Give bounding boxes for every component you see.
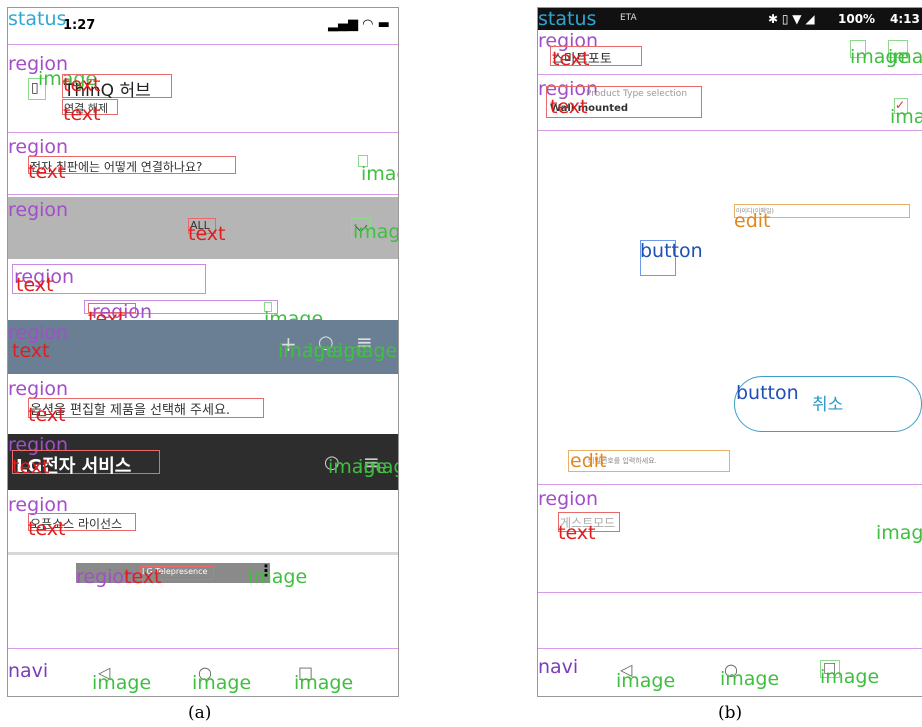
label-edit: edit	[570, 450, 607, 472]
label-image: image	[720, 668, 780, 690]
label-text: text	[28, 161, 66, 183]
label-region: region	[8, 136, 69, 158]
label-text: text	[12, 340, 50, 362]
label-image: image	[876, 522, 922, 544]
label-status: status	[538, 8, 597, 30]
label-text: text	[63, 74, 101, 96]
label-image: image	[294, 672, 354, 694]
label-region: region	[8, 199, 69, 221]
label-region: region	[8, 378, 69, 400]
label-text: text	[28, 518, 66, 540]
section-divider	[8, 552, 398, 555]
screenshot-panel-a: 1:27 ▂▄▆ ◠ ▬ status region ▯ image ThinQ…	[7, 7, 399, 697]
label-image: image	[338, 340, 398, 362]
label-image: image	[820, 666, 880, 688]
label-region: region	[538, 488, 599, 510]
label-text: text	[550, 96, 588, 118]
status-icons: ✱ ▯ ▼ ◢	[768, 12, 815, 26]
label-image: image	[361, 163, 398, 185]
label-image: image	[358, 456, 398, 478]
label-text: text	[552, 48, 590, 70]
label-image: image	[353, 221, 398, 243]
label-text: text	[124, 566, 162, 588]
label-image: image	[890, 106, 922, 128]
label-text: text	[12, 456, 50, 478]
label-text: text	[63, 103, 101, 125]
label-image: image	[616, 670, 676, 692]
label-text: text	[16, 274, 54, 296]
label-button: button	[736, 382, 799, 404]
caption-a: (a)	[188, 703, 212, 723]
product-type-placeholder: Product Type selection	[586, 89, 688, 99]
status-eta: ETA	[620, 13, 637, 23]
cancel-label: 취소	[812, 395, 844, 415]
label-navi: navi	[8, 660, 49, 682]
label-image: image	[248, 566, 308, 588]
status-time: 4:13	[890, 12, 920, 26]
battery-text: 100%	[838, 12, 876, 26]
label-text: text	[558, 522, 596, 544]
label-status: status	[8, 8, 67, 30]
label-text: text	[188, 223, 226, 245]
signal-wifi-battery-icons: ▂▄▆ ◠ ▬	[328, 17, 390, 32]
label-button: button	[640, 240, 703, 262]
screenshot-panel-b: status ETA ✱ ▯ ▼ ◢ 100% 4:13 region 스마트포…	[537, 7, 922, 697]
label-navi: navi	[538, 656, 579, 678]
label-image: image	[192, 672, 252, 694]
label-image: image	[888, 46, 922, 68]
status-time: 1:27	[63, 18, 96, 33]
label-edit: edit	[734, 210, 771, 232]
label-image: image	[92, 672, 152, 694]
label-text: text	[28, 404, 66, 426]
caption-b: (b)	[718, 703, 743, 723]
